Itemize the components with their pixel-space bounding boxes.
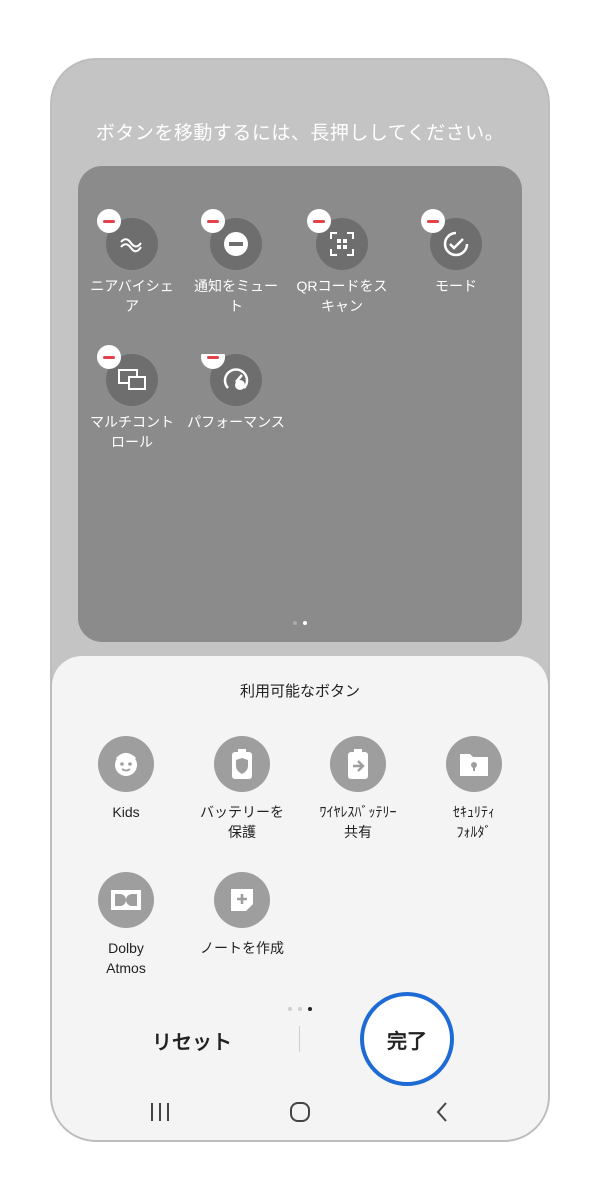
remove-badge-icon[interactable] xyxy=(421,209,445,233)
tile-multi-control[interactable]: マルチコント ロール xyxy=(80,345,184,452)
back-icon xyxy=(436,1102,447,1122)
available-label: ｾｷｭﾘﾃｨ ﾌｫﾙﾀﾞ xyxy=(453,804,495,840)
tile-modes[interactable]: モード xyxy=(404,209,508,296)
done-button[interactable]: 完了 xyxy=(360,992,454,1086)
available-buttons-sheet: 利用可能なボタン Kids バッテリーを 保護 ﾜｲﾔﾚｽﾊﾞｯﾃﾘｰ 共有 ｾ… xyxy=(52,656,548,1140)
navigation-bar xyxy=(52,1092,548,1132)
remove-badge-icon[interactable] xyxy=(97,345,121,369)
remove-badge-icon[interactable] xyxy=(97,209,121,233)
home-button[interactable] xyxy=(270,1092,330,1132)
modes-icon xyxy=(443,231,469,257)
back-button[interactable] xyxy=(412,1092,472,1132)
instruction-text: ボタンを移動するには、長押ししてください。 xyxy=(95,122,505,144)
remove-badge-icon[interactable] xyxy=(201,209,225,233)
available-label: ﾜｲﾔﾚｽﾊﾞｯﾃﾘｰ 共有 xyxy=(319,804,397,840)
dolby-atmos-icon xyxy=(111,890,141,910)
tile-label: マルチコント ロール xyxy=(90,414,174,450)
kids-icon xyxy=(115,753,137,776)
recent-apps-button[interactable] xyxy=(130,1092,190,1132)
tile-label: 通知をミュー ト xyxy=(194,278,278,314)
battery-protect-icon xyxy=(232,749,252,779)
available-label: ノートを作成 xyxy=(200,940,284,956)
wireless-battery-share-icon xyxy=(348,749,368,779)
multi-control-icon xyxy=(118,369,146,390)
home-icon xyxy=(290,1102,310,1122)
qr-scan-icon xyxy=(330,232,354,256)
available-create-note[interactable]: ノートを作成 xyxy=(184,872,300,958)
remove-badge-icon[interactable] xyxy=(307,209,331,233)
page-dot-active[interactable] xyxy=(303,620,307,625)
performance-icon xyxy=(223,368,249,390)
available-label: バッテリーを 保護 xyxy=(200,804,284,840)
tile-label: パフォーマンス xyxy=(187,414,285,430)
secure-folder-icon xyxy=(460,754,488,776)
phone-frame: ボタンを移動するには、長押ししてください。 ニアバイシェ ア 通知をミュー ト … xyxy=(50,58,550,1142)
tile-mute-notifications[interactable]: 通知をミュー ト xyxy=(184,209,288,316)
tile-label: QRコードをス キャン xyxy=(296,278,388,314)
page-indicator xyxy=(78,612,522,631)
available-battery-protect[interactable]: バッテリーを 保護 xyxy=(184,736,300,842)
tile-label: モード xyxy=(435,278,477,294)
available-dolby-atmos[interactable]: Dolby Atmos xyxy=(68,872,184,978)
tile-qr-scan[interactable]: QRコードをス キャン xyxy=(290,209,394,316)
tile-performance[interactable]: パフォーマンス xyxy=(184,354,288,432)
page-dot[interactable] xyxy=(293,620,297,625)
nearby-share-icon xyxy=(120,238,142,253)
mute-notifications-icon xyxy=(224,232,248,256)
page-indicator xyxy=(52,998,548,1017)
done-button-label: 完了 xyxy=(387,1030,427,1053)
available-secure-folder[interactable]: ｾｷｭﾘﾃｨ ﾌｫﾙﾀﾞ xyxy=(416,736,532,842)
available-wireless-battery-share[interactable]: ﾜｲﾔﾚｽﾊﾞｯﾃﾘｰ 共有 xyxy=(300,736,416,842)
page-dot[interactable] xyxy=(288,1006,292,1011)
page-dot[interactable] xyxy=(298,1006,302,1011)
tile-label: ニアバイシェ ア xyxy=(90,278,174,314)
create-note-icon xyxy=(231,889,253,911)
available-label: Kids xyxy=(112,804,140,820)
recent-apps-icon xyxy=(151,1103,169,1121)
active-buttons-panel: ニアバイシェ ア 通知をミュー ト QRコードをス キャン モード マルチコント… xyxy=(78,166,522,642)
sheet-title: 利用可能なボタン xyxy=(239,683,360,700)
tile-nearby-share[interactable]: ニアバイシェ ア xyxy=(80,209,184,316)
divider xyxy=(299,1026,300,1052)
available-label: Dolby Atmos xyxy=(106,940,146,976)
available-kids[interactable]: Kids xyxy=(68,736,184,822)
page-dot-active[interactable] xyxy=(308,1006,312,1011)
reset-button[interactable]: リセット xyxy=(92,1026,292,1055)
